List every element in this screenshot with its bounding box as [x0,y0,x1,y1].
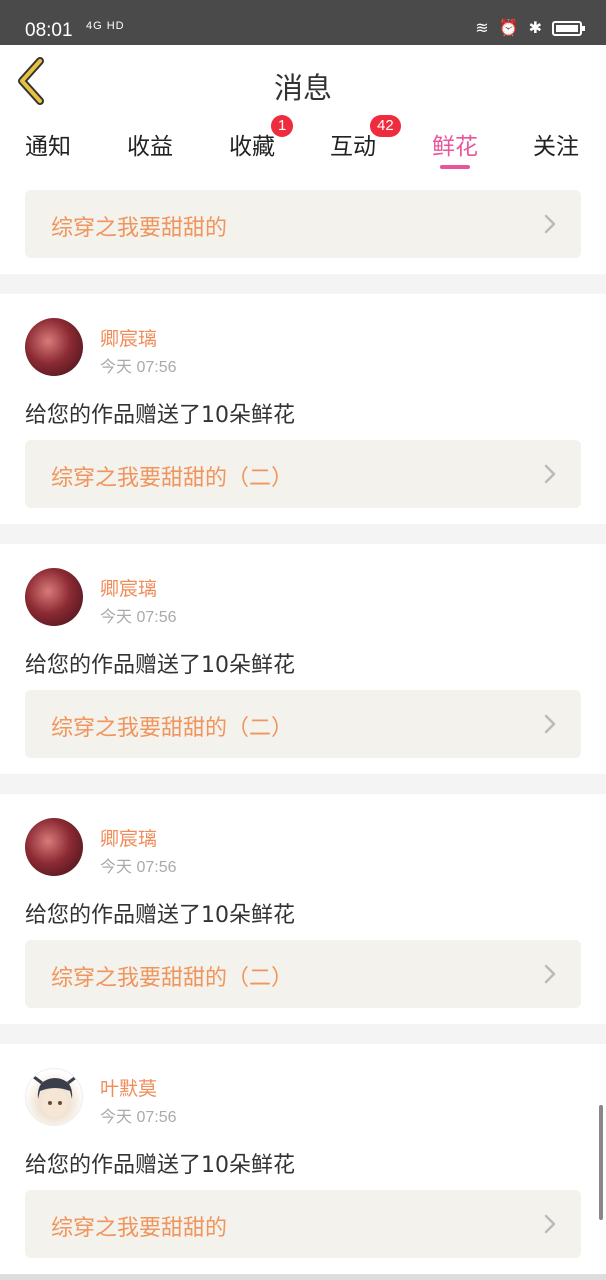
work-title: 综穿之我要甜甜的（二） [51,966,294,991]
message-card: 卿宸璃 今天 07:56 给您的作品赠送了10朵鲜花 综穿之我要甜甜的（二） [0,794,606,1024]
tab-label: 通知 [25,134,71,160]
work-link[interactable]: 综穿之我要甜甜的（二） [25,940,581,1008]
tab-label: 互动 [330,134,376,160]
tab-label: 收益 [127,134,173,160]
timestamp: 今天 07:56 [100,609,177,626]
vibrate-icon: ≋ [475,20,489,37]
work-link[interactable]: 综穿之我要甜甜的（二） [25,440,581,508]
bottom-divider [0,1274,606,1280]
tab-notifications[interactable]: 通知 [25,127,71,161]
tab-badge: 42 [370,115,401,137]
username[interactable]: 卿宸璃 [100,824,157,851]
work-title: 综穿之我要甜甜的（二） [51,466,294,491]
tab-label: 鲜花 [432,134,478,160]
work-link[interactable]: 综穿之我要甜甜的 [25,190,581,258]
message-card: 卿宸璃 今天 07:56 给您的作品赠送了10朵鲜花 综穿之我要甜甜的（二） [0,544,606,774]
tab-badge: 1 [271,115,294,137]
page-title: 消息 [273,71,332,105]
tab-following[interactable]: 关注 [533,127,579,161]
tab-earnings[interactable]: 收益 [127,127,173,161]
chevron-right-icon [544,214,556,234]
chevron-right-icon [544,464,556,484]
avatar[interactable] [25,1068,83,1126]
message-text: 给您的作品赠送了10朵鲜花 [25,1153,295,1178]
timestamp: 今天 07:56 [100,1109,177,1126]
bluetooth-icon: ✱ [528,20,542,37]
chevron-right-icon [544,964,556,984]
timestamp: 今天 07:56 [100,359,177,376]
active-tab-indicator [440,165,470,169]
message-text: 给您的作品赠送了10朵鲜花 [25,653,295,678]
tab-interaction[interactable]: 互动 42 [330,115,401,161]
work-link[interactable]: 综穿之我要甜甜的（二） [25,690,581,758]
work-title: 综穿之我要甜甜的 [51,1216,228,1241]
username[interactable]: 卿宸璃 [100,574,157,601]
tab-flowers[interactable]: 鲜花 [432,127,478,169]
message-card: 卿宸璃 今天 07:56 给您的作品赠送了10朵鲜花 综穿之我要甜甜的（二） [0,294,606,524]
username[interactable]: 卿宸璃 [100,324,157,351]
scrollbar[interactable] [599,1105,603,1220]
message-card: 综穿之我要甜甜的 [0,177,606,274]
avatar[interactable] [25,568,83,626]
message-text: 给您的作品赠送了10朵鲜花 [25,903,295,928]
alarm-icon: ⏰ [498,20,519,37]
tab-favorites[interactable]: 收藏 1 [229,115,294,161]
anime-avatar-icon [33,1075,77,1117]
battery-icon [552,20,585,36]
status-time: 08:01 [25,20,73,41]
tab-bar: 通知 收益 收藏 1 互动 42 鲜花 关注 [0,115,606,177]
header: 消息 [0,45,606,120]
chevron-right-icon [544,1214,556,1234]
signal-icon: 4G HD [86,20,125,32]
username[interactable]: 叶默莫 [100,1074,157,1101]
tab-label: 关注 [533,134,579,160]
avatar[interactable] [25,318,83,376]
status-icons: ≋ ⏰ ✱ [475,18,585,38]
tab-label: 收藏 [229,134,275,160]
work-link[interactable]: 综穿之我要甜甜的 [25,1190,581,1258]
work-title: 综穿之我要甜甜的（二） [51,716,294,741]
avatar[interactable] [25,818,83,876]
message-text: 给您的作品赠送了10朵鲜花 [25,403,295,428]
message-card: 叶默莫 今天 07:56 给您的作品赠送了10朵鲜花 综穿之我要甜甜的 [0,1044,606,1274]
work-title: 综穿之我要甜甜的 [51,216,228,241]
chevron-right-icon [544,714,556,734]
status-bar: 08:01 4G HD ≋ ⏰ ✱ [0,0,606,45]
timestamp: 今天 07:56 [100,859,177,876]
